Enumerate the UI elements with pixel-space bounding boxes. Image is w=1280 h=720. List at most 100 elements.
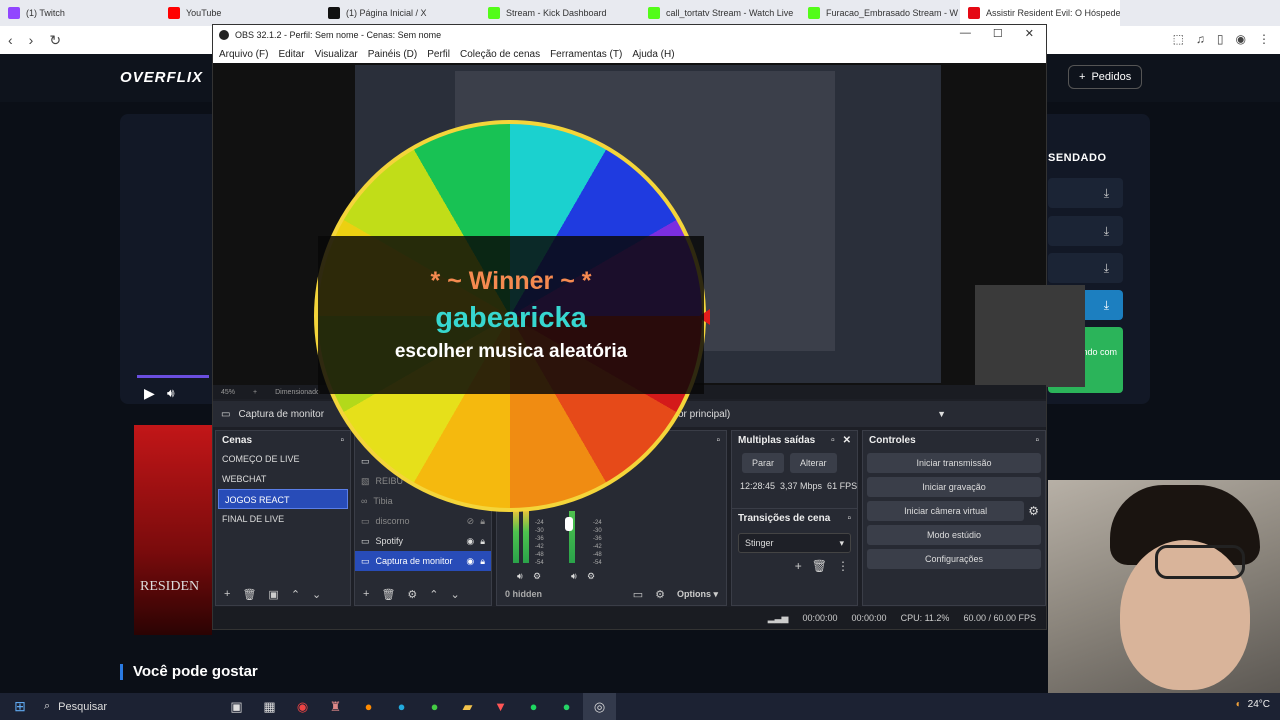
eye-icon[interactable]: ◉	[466, 556, 474, 567]
maximize-icon[interactable]: ☐	[993, 27, 1003, 40]
gear-icon[interactable]: ⚙	[1028, 504, 1039, 518]
app-icon[interactable]: ◉	[286, 693, 319, 720]
menu-editar[interactable]: Editar	[278, 49, 304, 60]
file-explorer-icon[interactable]: ▰	[451, 693, 484, 720]
undock-icon[interactable]: ▫	[716, 435, 720, 446]
tab-twitch[interactable]: (1) Twitch	[0, 0, 160, 26]
task-view-icon[interactable]: ▣	[220, 693, 253, 720]
movie-poster[interactable]: RESIDEN	[134, 425, 212, 635]
monitor-select[interactable]: itor principal)	[673, 401, 953, 427]
up-icon[interactable]: ⌃	[429, 588, 438, 601]
tab-x[interactable]: (1) Página Inicial / X	[320, 0, 480, 26]
windows-start-icon[interactable]: ⊞	[0, 693, 40, 720]
progress-bar[interactable]	[137, 375, 209, 378]
menu-arquivo[interactable]: Arquivo (F)	[219, 49, 268, 60]
scene-item-selected[interactable]: JOGOS REACT	[218, 489, 348, 509]
edge-icon[interactable]: ●	[385, 693, 418, 720]
tab-resident-evil[interactable]: Assistir Resident Evil: O Hóspede✕	[960, 0, 1120, 26]
menu-colecao[interactable]: Coleção de cenas	[460, 49, 540, 60]
link-icon[interactable]: ⚙	[655, 588, 665, 601]
trash-icon[interactable]: 🗑︎	[812, 559, 827, 573]
weather[interactable]: ◐ 24°C	[1236, 699, 1270, 710]
add-icon[interactable]: +	[795, 559, 802, 573]
whatsapp-icon[interactable]: ●	[550, 693, 583, 720]
undock-icon[interactable]: ▫	[340, 435, 344, 446]
add-icon[interactable]: +	[224, 588, 230, 600]
undock-icon[interactable]: ▫	[847, 513, 851, 524]
gear-icon[interactable]: ⚙	[587, 571, 595, 582]
zoom-in-icon[interactable]: +	[253, 389, 257, 396]
eye-hidden-icon[interactable]: ⊘	[467, 516, 475, 527]
play-icon[interactable]: ▶	[144, 385, 155, 402]
volume-icon[interactable]: 🔊︎	[167, 386, 175, 401]
sidebar-icon[interactable]: ▯	[1217, 32, 1224, 46]
download-button[interactable]: ⤓	[1048, 178, 1123, 208]
start-virtual-camera-button[interactable]: Iniciar câmera virtual	[867, 501, 1025, 521]
extensions-icon[interactable]: ⬚	[1173, 32, 1184, 46]
lock-icon[interactable]: 🔒︎	[480, 556, 485, 567]
music-icon[interactable]: ♫	[1196, 32, 1205, 46]
down-icon[interactable]: ⌄	[312, 588, 321, 601]
spotify-icon[interactable]: ●	[517, 693, 550, 720]
undock-icon[interactable]: ▫	[1035, 435, 1039, 446]
scene-item[interactable]: COMEÇO DE LIVE	[216, 449, 350, 469]
firefox-icon[interactable]: ●	[352, 693, 385, 720]
trash-icon[interactable]: 🗑︎	[242, 588, 256, 601]
tab-kick-dashboard[interactable]: Stream - Kick Dashboard	[480, 0, 640, 26]
download-button[interactable]: ⤓	[1048, 253, 1123, 283]
scene-item[interactable]: FINAL DE LIVE	[216, 509, 350, 529]
filter-icon[interactable]: ▣	[268, 588, 278, 601]
tab-kick-furacao[interactable]: Furacao_Embrasado Stream - W	[800, 0, 960, 26]
scene-item[interactable]: WEBCHAT	[216, 469, 350, 489]
close-icon[interactable]: ✕	[843, 435, 851, 446]
source-item[interactable]: ▭ discorno ⊘ 🔒︎	[355, 511, 491, 531]
volume-fader[interactable]	[565, 517, 573, 531]
chevron-down-icon[interactable]: ▼	[937, 409, 946, 419]
lock-icon[interactable]: 🔒︎	[480, 536, 485, 547]
gear-icon[interactable]: ⚙	[533, 571, 541, 582]
profile-icon[interactable]: ◉	[1236, 32, 1246, 46]
start-recording-button[interactable]: Iniciar gravação	[867, 477, 1041, 497]
menu-perfil[interactable]: Perfil	[427, 49, 450, 60]
change-button[interactable]: Alterar	[790, 453, 837, 473]
add-icon[interactable]: +	[363, 588, 369, 600]
down-icon[interactable]: ⌄	[451, 588, 460, 601]
volume-icon[interactable]: 🔊︎	[571, 571, 577, 582]
tab-kick-call-tortatv[interactable]: call_tortatv Stream - Watch Live	[640, 0, 800, 26]
menu-paineis[interactable]: Painéis (D)	[368, 49, 417, 60]
gear-icon[interactable]: ⚙	[407, 588, 417, 601]
taskbar-search[interactable]: ⌕ Pesquisar	[40, 693, 220, 720]
up-icon[interactable]: ⌃	[291, 588, 300, 601]
source-item[interactable]: ▭ Spotify ◉ 🔒︎	[355, 531, 491, 551]
lock-icon[interactable]: 🔒︎	[480, 516, 485, 527]
trash-icon[interactable]: 🗑︎	[381, 588, 395, 601]
source-item-selected[interactable]: ▭ Captura de monitor ◉ 🔒︎	[355, 551, 491, 571]
obs-icon[interactable]: ◎	[583, 693, 616, 720]
layout-icon[interactable]: ▭	[633, 588, 643, 601]
options-button[interactable]: Options ▾	[677, 589, 718, 600]
store-icon[interactable]: ▦	[253, 693, 286, 720]
site-logo[interactable]: OVERFLIX	[120, 69, 203, 86]
pedidos-button[interactable]: + Pedidos	[1068, 65, 1143, 89]
brave-icon[interactable]: ▼	[484, 693, 517, 720]
transition-select[interactable]: Stinger ▾	[738, 533, 851, 553]
undock-icon[interactable]: ▫	[831, 435, 835, 446]
eye-icon[interactable]: ◉	[466, 536, 474, 547]
menu-ferramentas[interactable]: Ferramentas (T)	[550, 49, 622, 60]
start-stream-button[interactable]: Iniciar transmissão	[867, 453, 1041, 473]
reload-icon[interactable]: ↻	[49, 32, 61, 49]
more-icon[interactable]: ⋮	[837, 559, 849, 573]
tab-youtube[interactable]: YouTube	[160, 0, 320, 26]
close-icon[interactable]: ✕	[1025, 27, 1034, 40]
back-icon[interactable]: ‹	[8, 32, 13, 48]
chrome-icon[interactable]: ●	[418, 693, 451, 720]
minimize-icon[interactable]: —	[960, 27, 971, 40]
menu-icon[interactable]: ⋮	[1258, 32, 1270, 46]
menu-visualizar[interactable]: Visualizar	[315, 49, 358, 60]
download-button[interactable]: ⤓	[1048, 216, 1123, 246]
forward-icon[interactable]: ›	[29, 32, 34, 48]
studio-mode-button[interactable]: Modo estúdio	[867, 525, 1041, 545]
stop-button[interactable]: Parar	[742, 453, 785, 473]
settings-button[interactable]: Configurações	[867, 549, 1041, 569]
volume-icon[interactable]: 🔊︎	[517, 571, 523, 582]
